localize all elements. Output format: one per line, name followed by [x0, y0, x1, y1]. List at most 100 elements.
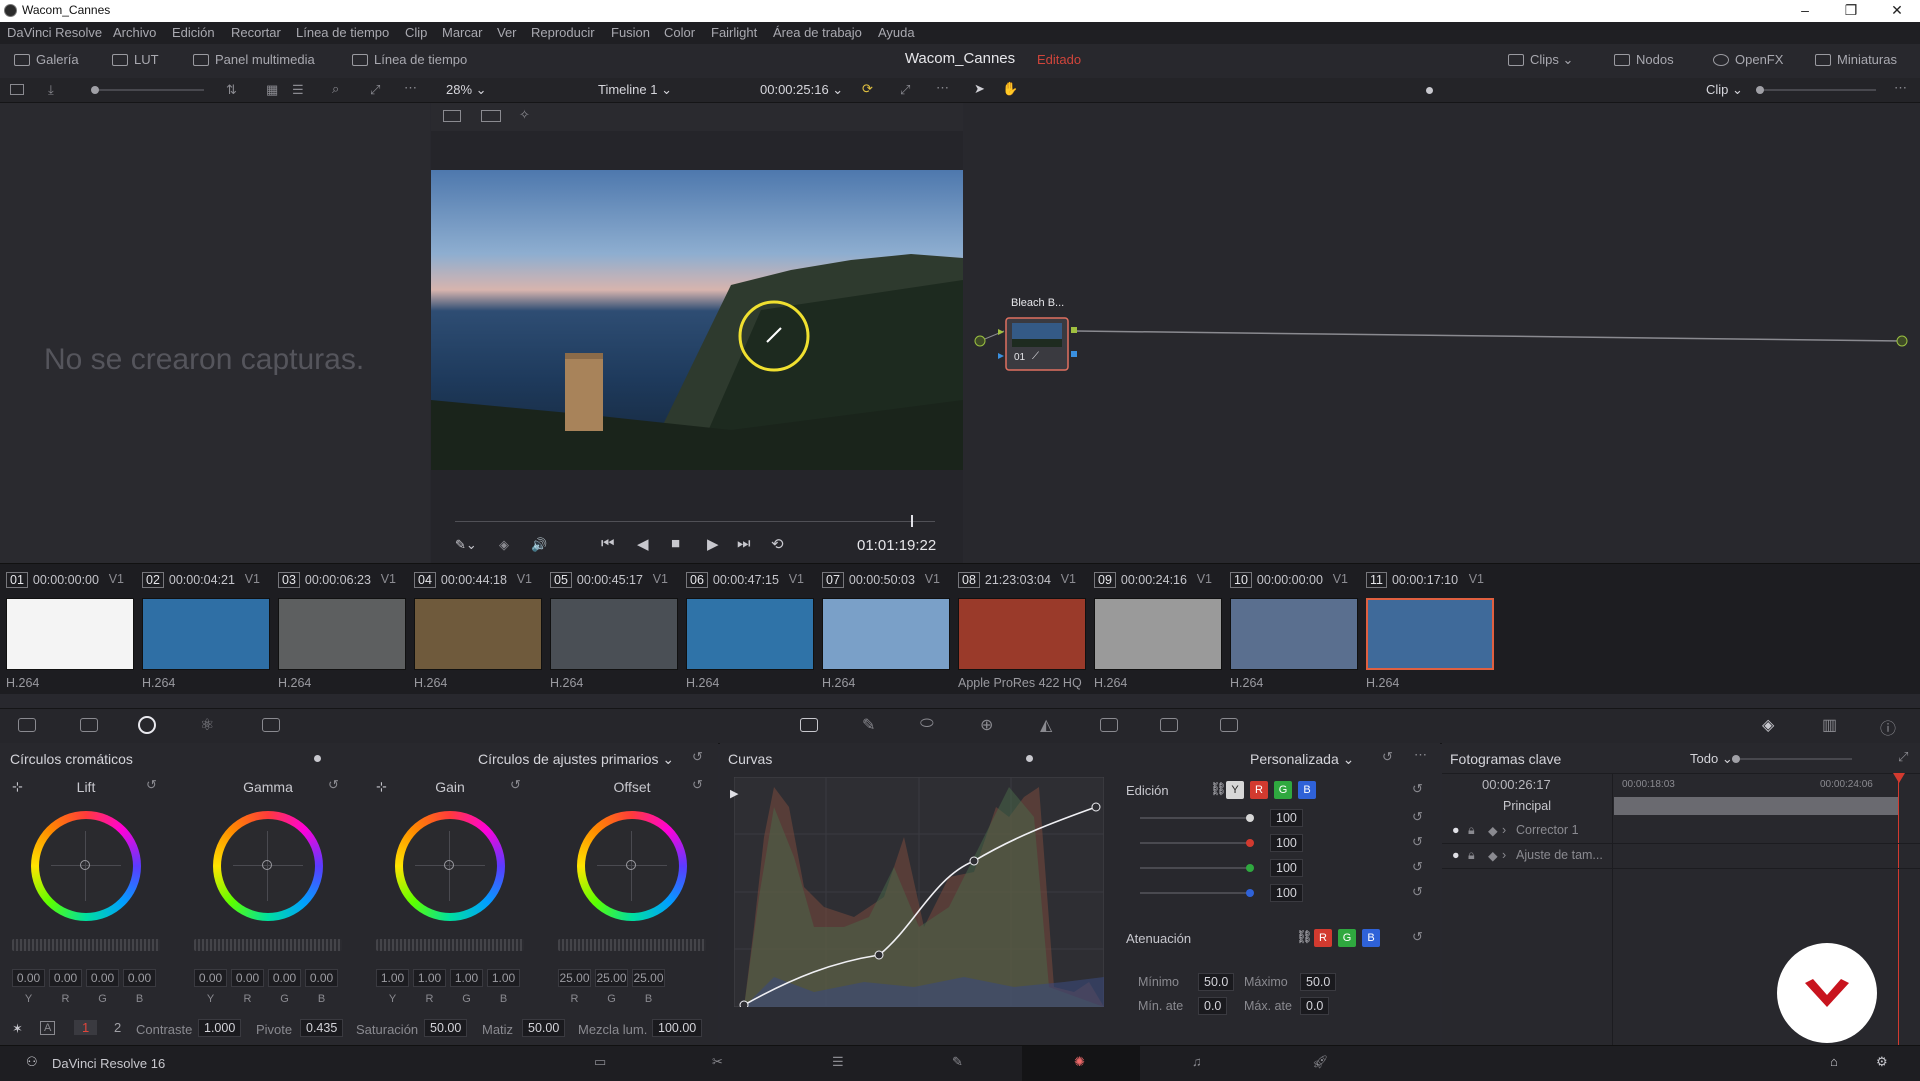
list-view-icon[interactable]: ☰ [292, 82, 304, 98]
node-rgb-output[interactable] [1071, 327, 1077, 333]
master-wheel-slider[interactable] [12, 939, 160, 951]
intensity-slider-handle[interactable] [1246, 864, 1254, 872]
zoom-select[interactable]: 28% ⌄ [446, 82, 487, 98]
go-to-end-icon[interactable]: ⏭ [737, 535, 751, 552]
intensity-slider-handle[interactable] [1246, 889, 1254, 897]
graph-input-dot[interactable] [974, 335, 986, 347]
menu-clip[interactable]: Clip [405, 25, 427, 40]
keyframes-row-sizing[interactable]: ● 🔒︎ ◆ › Ajuste de tam... [1442, 844, 1920, 869]
reverse-play-icon[interactable]: ◀ [637, 535, 649, 553]
wheel-puck[interactable] [80, 860, 90, 870]
keyframes-playhead-marker[interactable] [1893, 773, 1905, 783]
grid-view-icon[interactable]: ▦ [266, 82, 278, 98]
wheel-value-field[interactable]: 0.00 [231, 969, 264, 987]
color-wheel[interactable] [213, 811, 323, 921]
wheel-value-field[interactable]: 1.00 [450, 969, 483, 987]
scopes-icon[interactable]: ▥ [1822, 715, 1837, 735]
curves-reset-icon[interactable]: ↺ [1382, 749, 1393, 765]
scrub-bar[interactable] [455, 515, 935, 527]
viewer-tool-icon[interactable]: ✎⌄ [455, 537, 477, 553]
soft-clip-reset-icon[interactable]: ↺ [1412, 929, 1423, 945]
menu-area-trabajo[interactable]: Área de trabajo [773, 25, 862, 40]
gallery-zoom-handle[interactable] [91, 86, 99, 94]
wheel-reset-icon[interactable]: ↺ [328, 777, 339, 793]
wheel-value-field[interactable]: 0.00 [49, 969, 82, 987]
menu-archivo[interactable]: Archivo [113, 25, 156, 40]
wheel-value-field[interactable]: 1.00 [413, 969, 446, 987]
curves-options-icon[interactable]: ⋯ [1414, 747, 1427, 763]
volume-icon[interactable]: 🔊 [531, 537, 547, 553]
layer-icon[interactable]: ◈ [499, 537, 509, 553]
corrector-lock-icon[interactable]: 🔒︎ [1468, 823, 1475, 838]
wheel-value-field[interactable]: 0.00 [123, 969, 156, 987]
max-field[interactable]: 50.0 [1300, 973, 1337, 991]
clip-image[interactable] [278, 598, 406, 670]
camera-raw-icon[interactable] [18, 718, 36, 732]
intensity-slider-handle[interactable] [1246, 839, 1254, 847]
intensity-slider[interactable] [1140, 892, 1250, 894]
min-att-field[interactable]: 0.0 [1198, 997, 1228, 1015]
wheel-reset-icon[interactable]: ↺ [146, 777, 157, 793]
curve-graph[interactable] [734, 777, 1104, 1007]
import-icon[interactable]: ⤓ [48, 82, 54, 98]
clip-thumbnail-11[interactable]: 11 00:00:17:10 V1 H.264 [1360, 564, 1496, 694]
fusion-page-icon[interactable]: ✎ [952, 1054, 963, 1070]
clip-image[interactable] [550, 598, 678, 670]
loop-playback-icon[interactable]: ⟲ [771, 535, 784, 553]
channel-y-button[interactable]: Y [1226, 781, 1244, 799]
motion-effects-icon[interactable] [262, 718, 280, 732]
clip-thumbnail-04[interactable]: 04 00:00:44:18 V1 H.264 [408, 564, 544, 694]
wheel-value-field[interactable]: 25.00 [632, 969, 665, 987]
search-icon[interactable]: ⌕ [332, 81, 339, 97]
menu-fusion[interactable]: Fusion [611, 25, 650, 40]
master-wheel-slider[interactable] [194, 939, 342, 951]
qualifier-icon[interactable]: ✎ [862, 715, 875, 735]
sizing-dot-icon[interactable]: ● [1452, 848, 1460, 862]
clip-image[interactable] [6, 598, 134, 670]
menu-recortar[interactable]: Recortar [231, 25, 281, 40]
graph-output-dot[interactable] [1896, 335, 1908, 347]
clip-image[interactable] [414, 598, 542, 670]
fullscreen-icon[interactable]: ⤢ [900, 82, 910, 98]
clip-thumbnail-06[interactable]: 06 00:00:47:15 V1 H.264 [680, 564, 816, 694]
sidebar-toggle-icon[interactable] [10, 84, 24, 95]
wheel-value-field[interactable]: 0.00 [194, 969, 227, 987]
keyframes-row-principal[interactable]: Principal [1442, 795, 1612, 817]
clip-thumbnail-03[interactable]: 03 00:00:06:23 V1 H.264 [272, 564, 408, 694]
clip-thumbnail-05[interactable]: 05 00:00:45:17 V1 H.264 [544, 564, 680, 694]
menu-linea-tiempo[interactable]: Línea de tiempo [296, 25, 389, 40]
auto-icon[interactable]: A [40, 1021, 56, 1035]
intensity-reset-icon[interactable]: ↺ [1412, 884, 1423, 900]
intensity-slider-handle[interactable] [1246, 814, 1254, 822]
wheel-puck[interactable] [444, 860, 454, 870]
intensity-field[interactable]: 100 [1270, 834, 1303, 852]
video-frame[interactable] [431, 170, 963, 470]
clip-image[interactable] [958, 598, 1086, 670]
sizing-lock-icon[interactable]: 🔒︎ [1468, 848, 1475, 863]
clips-button[interactable]: Clips ⌄ [1508, 52, 1573, 68]
blur-icon[interactable]: ◭ [1040, 715, 1052, 735]
auto-balance-icon[interactable]: ✶ [12, 1021, 23, 1037]
menu-color[interactable]: Color [664, 25, 695, 40]
wheel-value-field[interactable]: 1.00 [487, 969, 520, 987]
node-key-output[interactable] [1071, 351, 1077, 357]
single-view-icon[interactable] [443, 110, 461, 122]
node-key-input[interactable] [998, 353, 1004, 359]
hue-field[interactable]: 50.00 [522, 1019, 566, 1037]
soft-clip-g-button[interactable]: G [1338, 929, 1356, 947]
curve-point-white[interactable] [1091, 802, 1101, 812]
node-zoom-slider[interactable] [1756, 86, 1876, 94]
clip-thumbnail-09[interactable]: 09 00:00:24:16 V1 H.264 [1088, 564, 1224, 694]
intensity-reset-icon[interactable]: ↺ [1412, 834, 1423, 850]
gallery-zoom-slider[interactable] [91, 86, 204, 94]
clip-thumbnail-01[interactable]: 01 00:00:00:00 V1 H.264 [0, 564, 136, 694]
viewer-options-icon[interactable]: ⋯ [936, 80, 949, 96]
curve-point-black[interactable] [739, 1000, 749, 1007]
color-wheels-icon[interactable] [138, 716, 156, 734]
key-icon[interactable] [1100, 718, 1118, 732]
edit-reset-icon[interactable]: ↺ [1412, 781, 1423, 797]
page-1-button[interactable]: 1 [74, 1020, 98, 1035]
menu-marcar[interactable]: Marcar [442, 25, 482, 40]
link-channels-icon[interactable]: ⛓ [1210, 781, 1227, 797]
settings-icon[interactable]: ⚙ [1876, 1054, 1888, 1070]
